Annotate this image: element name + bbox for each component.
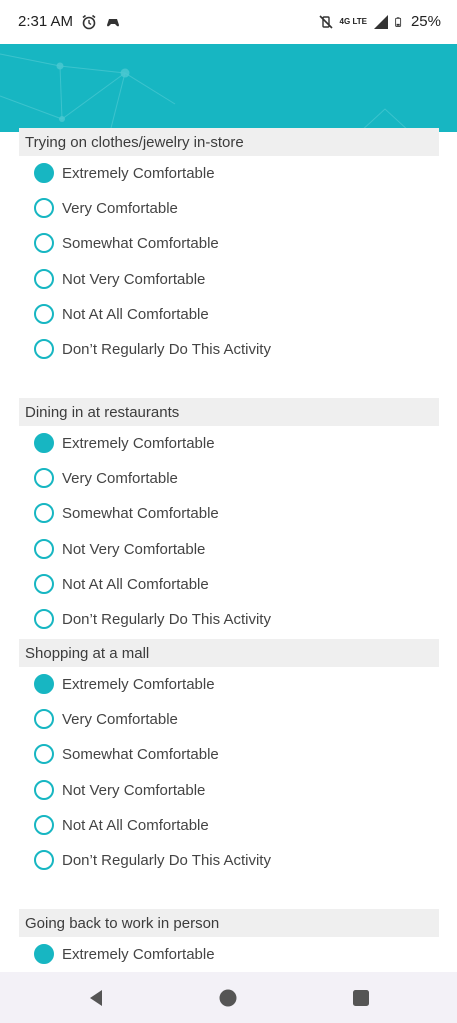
option-label: Don’t Regularly Do This Activity [62,610,271,628]
option-label: Not Very Comfortable [62,781,206,799]
radio-unselected-icon[interactable] [34,198,54,218]
radio-option[interactable]: Very Comfortable [34,465,178,491]
option-label: Extremely Comfortable [62,164,215,182]
navigation-bar [0,972,457,1023]
home-icon[interactable] [216,986,240,1010]
option-label: Somewhat Comfortable [62,234,219,252]
radio-unselected-icon[interactable] [34,503,54,523]
radio-unselected-icon[interactable] [34,780,54,800]
radio-unselected-icon[interactable] [34,339,54,359]
radio-unselected-icon[interactable] [34,468,54,488]
radio-option[interactable]: Not At All Comfortable [34,812,209,838]
option-label: Not Very Comfortable [62,540,206,558]
signal-icon [373,14,388,29]
radio-unselected-icon[interactable] [34,539,54,559]
status-left: 2:31 AM [18,13,121,30]
question-label: Dining in at restaurants [25,404,180,421]
radio-option[interactable]: Extremely Comfortable [34,671,215,697]
battery-icon [395,16,402,27]
option-label: Don’t Regularly Do This Activity [62,851,271,869]
radio-unselected-icon[interactable] [34,574,54,594]
option-label: Don’t Regularly Do This Activity [62,340,271,358]
option-label: Not Very Comfortable [62,270,206,288]
radio-option[interactable]: Somewhat Comfortable [34,741,219,767]
question-header: Going back to work in person [19,909,439,937]
header-banner [0,44,457,132]
radio-selected-icon[interactable] [34,944,54,964]
option-label: Very Comfortable [62,469,178,487]
status-right: 4G LTE 25% [318,13,441,30]
radio-unselected-icon[interactable] [34,233,54,253]
radio-unselected-icon[interactable] [34,269,54,289]
radio-option[interactable]: Extremely Comfortable [34,430,215,456]
question-label: Trying on clothes/jewelry in-store [25,134,244,151]
radio-selected-icon[interactable] [34,674,54,694]
back-icon[interactable] [84,986,108,1010]
question-header: Trying on clothes/jewelry in-store [19,128,439,156]
radio-option[interactable]: Don’t Regularly Do This Activity [34,336,271,362]
radio-option[interactable]: Extremely Comfortable [34,160,215,186]
vibrate-off-icon [318,14,333,29]
status-bar: 2:31 AM 4G LTE 25% [0,0,457,44]
question-header: Dining in at restaurants [19,398,439,426]
option-label: Not At All Comfortable [62,575,209,593]
option-label: Not At All Comfortable [62,305,209,323]
radio-option[interactable]: Not Very Comfortable [34,266,205,292]
network-type: 4G LTE [339,17,367,26]
radio-option[interactable]: Somewhat Comfortable [34,500,219,526]
radio-unselected-icon[interactable] [34,850,54,870]
network-pattern-graphic [0,53,411,132]
radio-option[interactable]: Not At All Comfortable [34,571,209,597]
option-label: Not At All Comfortable [62,816,209,834]
radio-unselected-icon[interactable] [34,815,54,835]
radio-option[interactable]: Not At All Comfortable [34,301,209,327]
alarm-icon [82,14,96,29]
question-header: Shopping at a mall [19,639,439,667]
question-label: Going back to work in person [25,915,220,932]
radio-option[interactable]: Very Comfortable [34,706,178,732]
radio-option[interactable]: Not Very Comfortable [34,777,205,803]
option-label: Extremely Comfortable [62,945,215,963]
recents-icon[interactable] [349,986,373,1010]
radio-option[interactable]: Don’t Regularly Do This Activity [34,847,271,873]
radio-unselected-icon[interactable] [34,609,54,629]
status-time: 2:31 AM [18,13,74,30]
radio-option[interactable]: Don’t Regularly Do This Activity [34,606,271,632]
radio-option[interactable]: Not Very Comfortable [34,536,205,562]
option-label: Very Comfortable [62,199,178,217]
radio-unselected-icon[interactable] [34,744,54,764]
option-label: Extremely Comfortable [62,434,215,452]
option-label: Somewhat Comfortable [62,745,219,763]
option-label: Extremely Comfortable [62,675,215,693]
radio-unselected-icon[interactable] [34,304,54,324]
radio-option[interactable]: Somewhat Comfortable [34,230,219,256]
radio-selected-icon[interactable] [34,163,54,183]
radio-option[interactable]: Very Comfortable [34,195,178,221]
question-label: Shopping at a mall [25,645,150,662]
radio-unselected-icon[interactable] [34,709,54,729]
battery-percent: 25% [410,13,441,30]
radio-option[interactable]: Extremely Comfortable [34,941,215,967]
option-label: Very Comfortable [62,710,178,728]
option-label: Somewhat Comfortable [62,504,219,522]
radio-selected-icon[interactable] [34,433,54,453]
game-controller-icon [107,18,120,26]
